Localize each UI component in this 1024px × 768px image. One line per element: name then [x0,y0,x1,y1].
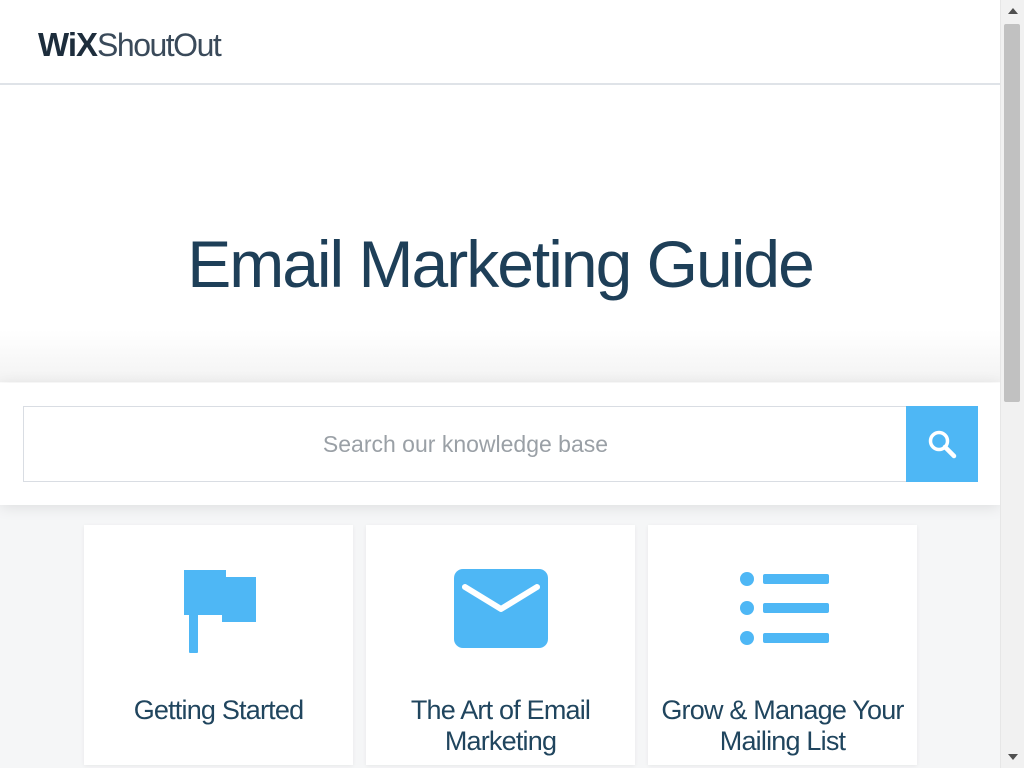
page: WiX ShoutOut Email Marketing Guide Getti… [0,0,1000,768]
category-card-getting-started[interactable]: Getting Started [84,525,353,765]
scrollbar-thumb[interactable] [1004,24,1020,402]
category-title: Getting Started [133,695,304,725]
logo-product-text: ShoutOut [97,27,222,63]
logo-wix-text: WiX [38,26,98,63]
flag-icon [183,570,256,653]
scroll-up-arrow-icon[interactable] [1001,0,1024,22]
site-header: WiX ShoutOut [0,0,1000,85]
envelope-icon [453,569,548,648]
page-title: Email Marketing Guide [187,227,815,301]
vertical-scrollbar[interactable] [1000,0,1024,768]
search-icon [928,430,957,459]
list-icon [739,572,829,645]
search-button[interactable] [906,406,978,482]
category-title: The Art of Email Marketing [410,695,591,756]
category-title: Grow & Manage Your Mailing List [661,695,904,756]
search-input[interactable] [23,406,907,482]
category-card-grow-mailing-list[interactable]: Grow & Manage Your Mailing List [648,525,917,765]
category-cards: Getting Started The Art of Email Marketi… [0,505,1000,768]
category-card-art-of-email[interactable]: The Art of Email Marketing [366,525,635,765]
search-section [0,383,1000,505]
wix-shoutout-logo[interactable]: WiX ShoutOut [38,26,222,64]
hero-shade [0,330,1000,382]
scroll-down-arrow-icon[interactable] [1001,746,1024,768]
